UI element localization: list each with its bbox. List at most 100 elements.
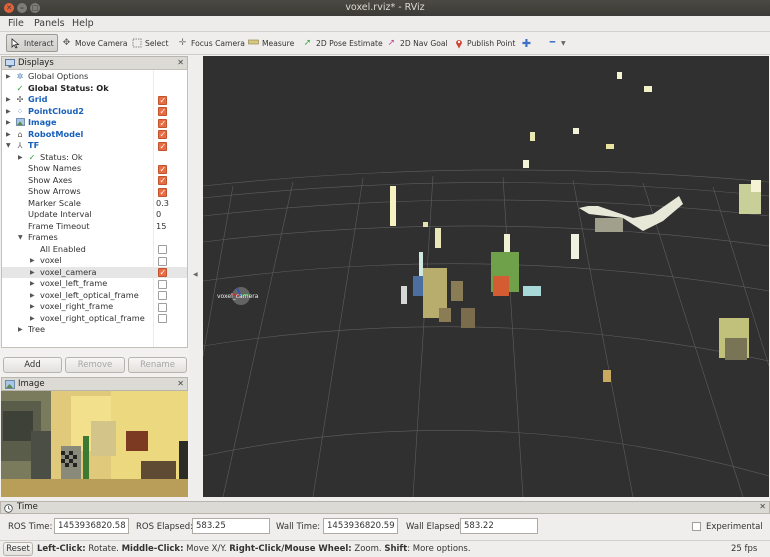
tree-row-frame-voxel-left-optical[interactable]: ▶ voxel_left_optical_frame: [2, 290, 187, 302]
tree-row-global-options[interactable]: ▶ ✲ Global Options: [2, 71, 187, 83]
tree-row-show-axes[interactable]: Show Axes: [2, 175, 187, 187]
mouse-hint: Left-Click: Rotate. Middle-Click: Move X…: [37, 544, 471, 554]
window-title: voxel.rviz* - RViz: [345, 2, 425, 13]
chevron-left-icon: ◀: [193, 271, 198, 278]
global-options-label: Global Options: [28, 71, 89, 81]
tree-row-frame-voxel[interactable]: ▶ voxel: [2, 255, 187, 267]
axes-icon: ⅄: [17, 141, 23, 150]
frame-voxel-right-checkbox[interactable]: [158, 302, 167, 312]
menu-panels[interactable]: Panels: [34, 18, 65, 29]
time-panel: ROS Time: 1453936820.58 ROS Elapsed: 583…: [0, 514, 770, 540]
marker-scale-value[interactable]: 0.3: [156, 198, 169, 210]
close-icon[interactable]: ✕: [177, 58, 184, 67]
image-icon: [5, 380, 15, 389]
frame-voxel-left-optical-checkbox[interactable]: [158, 291, 167, 300]
image-label: Image: [28, 117, 57, 127]
frame-voxel-checkbox[interactable]: [158, 256, 167, 266]
tree-row-tree[interactable]: ▶ Tree: [2, 324, 187, 336]
grid-lines: [203, 169, 769, 497]
image-panel-title: Image: [18, 379, 45, 389]
focus-camera-icon: ✛: [178, 37, 187, 48]
frame-voxel-left-optical-label: voxel_left_optical_frame: [40, 289, 139, 300]
show-arrows-checkbox[interactable]: [158, 187, 167, 198]
menu-file[interactable]: File: [8, 18, 24, 29]
remove-tool-button[interactable]: ━ ▼: [544, 34, 569, 52]
pointcloud2-checkbox[interactable]: [158, 106, 167, 118]
tree-row-global-status[interactable]: ✓ Global Status: Ok: [2, 83, 187, 95]
marker-scale-label: Marker Scale: [28, 197, 81, 208]
frame-voxel-left-checkbox[interactable]: [158, 279, 167, 289]
tree-row-show-names[interactable]: Show Names: [2, 163, 187, 175]
tree-label: Tree: [28, 324, 46, 334]
select-label: Select: [145, 38, 169, 48]
tree-row-frames[interactable]: ▼ Frames: [2, 232, 187, 244]
ros-elapsed-field[interactable]: 583.25: [192, 518, 270, 534]
nav-arrow-icon: ➚: [387, 37, 396, 48]
panel-splitter[interactable]: ◀: [189, 56, 203, 497]
tree-row-grid[interactable]: ▶ ✣ Grid: [2, 94, 187, 106]
pose-arrow-icon: ➚: [303, 37, 312, 48]
update-interval-value[interactable]: 0: [156, 209, 161, 221]
pose-estimate-tool-button[interactable]: ➚ 2D Pose Estimate: [299, 34, 386, 52]
publish-point-tool-button[interactable]: Publish Point: [450, 34, 518, 52]
tree-row-tf-status[interactable]: ▶ ✓ Status: Ok: [2, 152, 187, 164]
displays-tree[interactable]: ▶ ✲ Global Options ✓ Global Status: Ok ▶…: [1, 69, 188, 348]
tree-row-frame-voxel-camera[interactable]: ▶ voxel_camera: [2, 266, 187, 279]
checkmark-icon: ✓: [16, 83, 24, 93]
ros-time-field[interactable]: 1453936820.58: [54, 518, 129, 534]
interact-tool-button[interactable]: Interact: [6, 34, 58, 52]
tree-row-show-arrows[interactable]: Show Arrows: [2, 186, 187, 198]
clock-icon: [4, 504, 14, 513]
all-enabled-checkbox[interactable]: [158, 245, 167, 254]
add-tool-button[interactable]: ✚: [518, 34, 538, 52]
image-checkbox[interactable]: [158, 118, 167, 129]
measure-tool-button[interactable]: Measure: [245, 34, 297, 52]
tree-row-all-enabled[interactable]: All Enabled: [2, 244, 187, 256]
tree-row-frame-voxel-right[interactable]: ▶ voxel_right_frame: [2, 301, 187, 313]
experimental-checkbox[interactable]: [692, 522, 701, 531]
tree-row-pointcloud2[interactable]: ▶ ⁘ PointCloud2: [2, 106, 187, 118]
reset-button[interactable]: Reset: [3, 542, 33, 556]
robot-icon: ⌂: [17, 129, 23, 139]
fps-readout: 25 fps: [731, 544, 758, 554]
nav-goal-tool-button[interactable]: ➚ 2D Nav Goal: [383, 34, 451, 52]
select-tool-button[interactable]: Select: [128, 34, 171, 52]
close-icon[interactable]: ✕: [759, 502, 766, 511]
tree-row-frame-timeout[interactable]: Frame Timeout 15: [2, 221, 187, 233]
tree-row-marker-scale[interactable]: Marker Scale 0.3: [2, 198, 187, 210]
grid-checkbox[interactable]: [158, 95, 167, 106]
tf-frame-label: voxel_camera: [217, 293, 259, 300]
tree-row-frame-voxel-right-optical[interactable]: ▶ voxel_right_optical_frame: [2, 313, 187, 325]
menu-help[interactable]: Help: [72, 18, 94, 29]
time-panel-title: Time: [17, 502, 38, 512]
rename-display-button[interactable]: Rename: [128, 357, 187, 373]
add-display-button[interactable]: Add: [3, 357, 62, 373]
tree-row-update-interval[interactable]: Update Interval 0: [2, 209, 187, 221]
wall-time-field[interactable]: 1453936820.59: [323, 518, 398, 534]
point-cloud: [390, 72, 761, 382]
frame-timeout-value[interactable]: 15: [156, 221, 166, 233]
tree-row-image[interactable]: ▶ Image: [2, 117, 187, 129]
frame-voxel-right-optical-checkbox[interactable]: [158, 314, 167, 323]
nav-goal-label: 2D Nav Goal: [400, 38, 448, 48]
show-axes-checkbox[interactable]: [158, 175, 167, 187]
show-names-checkbox[interactable]: [158, 164, 167, 175]
pointcloud-icon: ⁘: [16, 106, 24, 116]
move-camera-tool-button[interactable]: ✥ Move Camera: [58, 34, 131, 52]
tf-checkbox[interactable]: [158, 141, 167, 152]
select-icon: [131, 38, 142, 49]
focus-camera-tool-button[interactable]: ✛ Focus Camera: [174, 34, 248, 52]
ros-elapsed-label: ROS Elapsed:: [136, 522, 193, 532]
3d-render-view[interactable]: voxel_camera: [203, 56, 769, 497]
tree-row-frame-voxel-left[interactable]: ▶ voxel_left_frame: [2, 278, 187, 290]
close-icon[interactable]: ✕: [177, 379, 184, 388]
remove-display-button[interactable]: Remove: [65, 357, 125, 373]
camera-image: [1, 391, 188, 497]
displays-panel-title: Displays: [18, 58, 54, 68]
tree-row-tf[interactable]: ▼ ⅄ TF: [2, 140, 187, 152]
frame-voxel-camera-checkbox[interactable]: [158, 267, 167, 279]
wall-elapsed-field[interactable]: 583.22: [460, 518, 538, 534]
tree-row-robotmodel[interactable]: ▶ ⌂ RobotModel: [2, 129, 187, 141]
time-panel-header: Time ✕: [0, 501, 770, 514]
robotmodel-checkbox[interactable]: [158, 129, 167, 141]
